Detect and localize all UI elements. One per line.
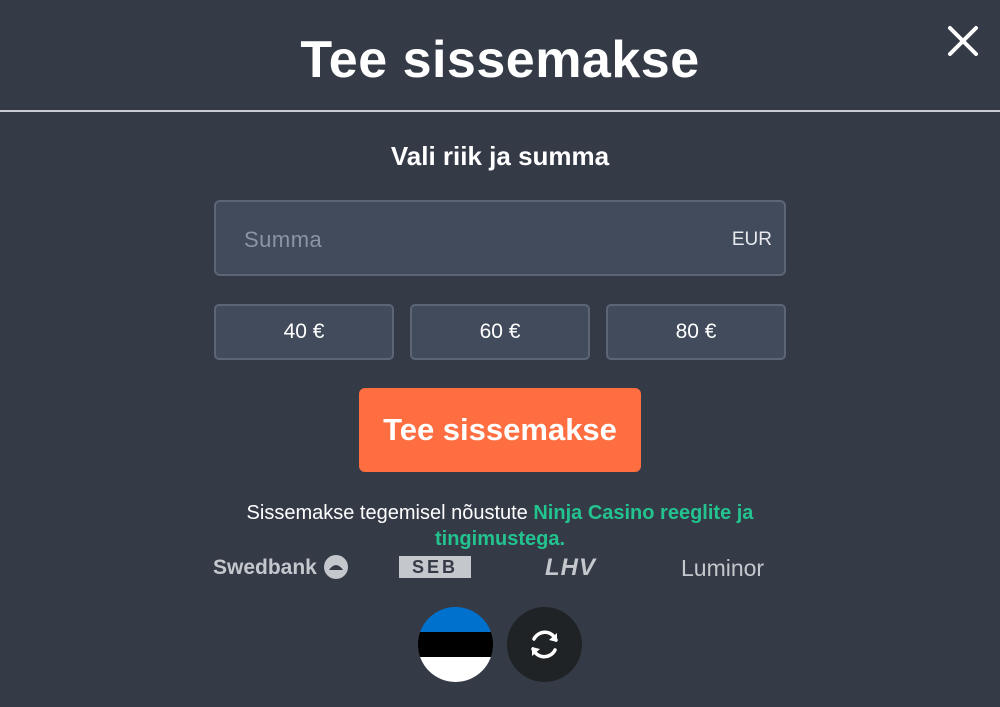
- flag-stripe-white: [418, 657, 493, 682]
- modal-title: Tee sissemakse: [300, 31, 700, 89]
- bank-logo-swedbank: Swedbank: [213, 553, 349, 583]
- swedbank-label: Swedbank: [213, 556, 317, 579]
- estonia-flag-icon[interactable]: [418, 607, 493, 682]
- currency-label: EUR: [731, 229, 772, 250]
- section-subtitle: Vali riik ja summa: [390, 141, 610, 171]
- flag-stripe-black: [418, 632, 493, 657]
- bank-logo-lhv: LHV: [545, 554, 596, 581]
- close-button[interactable]: [944, 22, 982, 60]
- refresh-icon: [531, 630, 558, 659]
- preset-amount-button[interactable]: 60 €: [410, 304, 590, 360]
- flag-stripe-blue: [418, 607, 493, 632]
- amount-input[interactable]: [242, 220, 706, 260]
- close-icon: [948, 26, 978, 56]
- deposit-submit-button[interactable]: Tee sissemakse: [359, 388, 641, 472]
- amount-field[interactable]: EUR: [214, 200, 786, 276]
- preset-amount-button[interactable]: 40 €: [214, 304, 394, 360]
- bank-logo-luminor: Luminor: [681, 555, 765, 581]
- bank-logo-seb: SEB: [399, 556, 471, 578]
- country-switch-button[interactable]: [507, 607, 582, 682]
- terms-text: Sissemakse tegemisel nõustute Ninja Casi…: [200, 500, 800, 552]
- preset-amount-button[interactable]: 80 €: [606, 304, 786, 360]
- terms-prefix: Sissemakse tegemisel nõustute: [246, 502, 534, 524]
- swedbank-oak-icon: [323, 555, 348, 579]
- modal-header: Tee sissemakse: [0, 0, 1000, 112]
